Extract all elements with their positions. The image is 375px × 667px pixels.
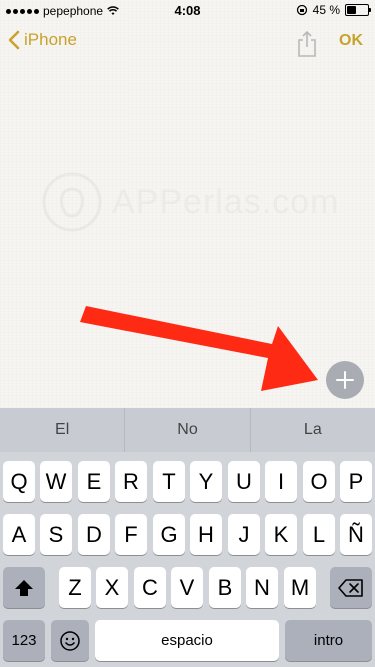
keyboard: El No La Q W E R T Y U I O P A S D F G H… bbox=[0, 408, 375, 667]
delete-key[interactable] bbox=[330, 567, 372, 608]
emoji-icon bbox=[60, 630, 80, 651]
key-o[interactable]: O bbox=[303, 461, 335, 502]
shift-icon bbox=[15, 579, 33, 596]
delete-icon bbox=[338, 578, 363, 597]
shift-key[interactable] bbox=[3, 567, 45, 608]
key-u[interactable]: U bbox=[228, 461, 260, 502]
key-s[interactable]: S bbox=[40, 514, 72, 555]
key-h[interactable]: H bbox=[190, 514, 222, 555]
key-l[interactable]: L bbox=[303, 514, 335, 555]
key-n[interactable]: N bbox=[246, 567, 278, 608]
key-z[interactable]: Z bbox=[59, 567, 91, 608]
key-f[interactable]: F bbox=[115, 514, 147, 555]
key-g[interactable]: G bbox=[153, 514, 185, 555]
key-n-tilde[interactable]: Ñ bbox=[340, 514, 372, 555]
key-k[interactable]: K bbox=[265, 514, 297, 555]
suggestion-item[interactable]: No bbox=[125, 408, 251, 452]
key-t[interactable]: T bbox=[153, 461, 185, 502]
numbers-key[interactable]: 123 bbox=[3, 620, 45, 661]
key-w[interactable]: W bbox=[40, 461, 72, 502]
return-key[interactable]: intro bbox=[285, 620, 372, 661]
red-arrow-icon bbox=[80, 306, 318, 391]
add-button[interactable] bbox=[326, 361, 364, 399]
suggestion-bar: El No La bbox=[0, 408, 375, 452]
key-j[interactable]: J bbox=[228, 514, 260, 555]
key-i[interactable]: I bbox=[265, 461, 297, 502]
key-e[interactable]: E bbox=[78, 461, 110, 502]
space-key[interactable]: espacio bbox=[95, 620, 279, 661]
emoji-key[interactable] bbox=[51, 620, 89, 661]
suggestion-item[interactable]: La bbox=[251, 408, 375, 452]
key-y[interactable]: Y bbox=[190, 461, 222, 502]
key-p[interactable]: P bbox=[340, 461, 372, 502]
key-d[interactable]: D bbox=[78, 514, 110, 555]
key-a[interactable]: A bbox=[3, 514, 35, 555]
suggestion-item[interactable]: El bbox=[0, 408, 126, 452]
key-b[interactable]: B bbox=[209, 567, 241, 608]
key-x[interactable]: X bbox=[96, 567, 128, 608]
key-m[interactable]: M bbox=[284, 567, 316, 608]
key-v[interactable]: V bbox=[171, 567, 203, 608]
plus-icon bbox=[336, 371, 354, 389]
key-c[interactable]: C bbox=[134, 567, 166, 608]
key-q[interactable]: Q bbox=[3, 461, 35, 502]
key-r[interactable]: R bbox=[115, 461, 147, 502]
